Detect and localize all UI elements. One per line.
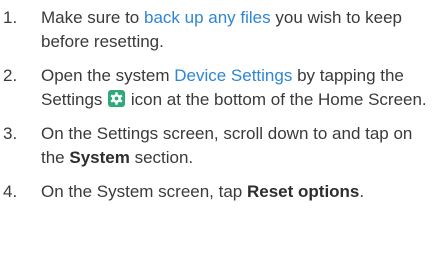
instruction-list: 1. Make sure to back up any files you wis…	[0, 0, 439, 204]
step-number: 3.	[3, 124, 18, 143]
list-item: 3. On the Settings screen, scroll down to…	[0, 122, 439, 170]
list-item: 4. On the System screen, tap Reset option…	[0, 180, 439, 204]
step-number: 2.	[3, 66, 18, 85]
device-settings-link[interactable]: Device Settings	[174, 66, 292, 85]
list-item: 1. Make sure to back up any files you wis…	[0, 6, 439, 54]
settings-gear-icon	[108, 90, 126, 107]
step-text: section.	[129, 148, 194, 167]
step-text: icon at the bottom of the Home Screen.	[126, 90, 427, 109]
step-text: Open the system	[41, 66, 175, 85]
reset-options-label: Reset options	[246, 182, 360, 201]
step-text: On the System screen, tap	[41, 182, 247, 201]
backup-files-link[interactable]: back up any files	[144, 8, 271, 27]
step-text: Make sure to	[41, 8, 144, 27]
system-label: System	[69, 148, 130, 167]
list-item: 2. Open the system Device Settings by tap…	[0, 64, 439, 112]
step-text: .	[359, 182, 365, 201]
step-number: 4.	[3, 182, 18, 201]
step-number: 1.	[3, 8, 18, 27]
